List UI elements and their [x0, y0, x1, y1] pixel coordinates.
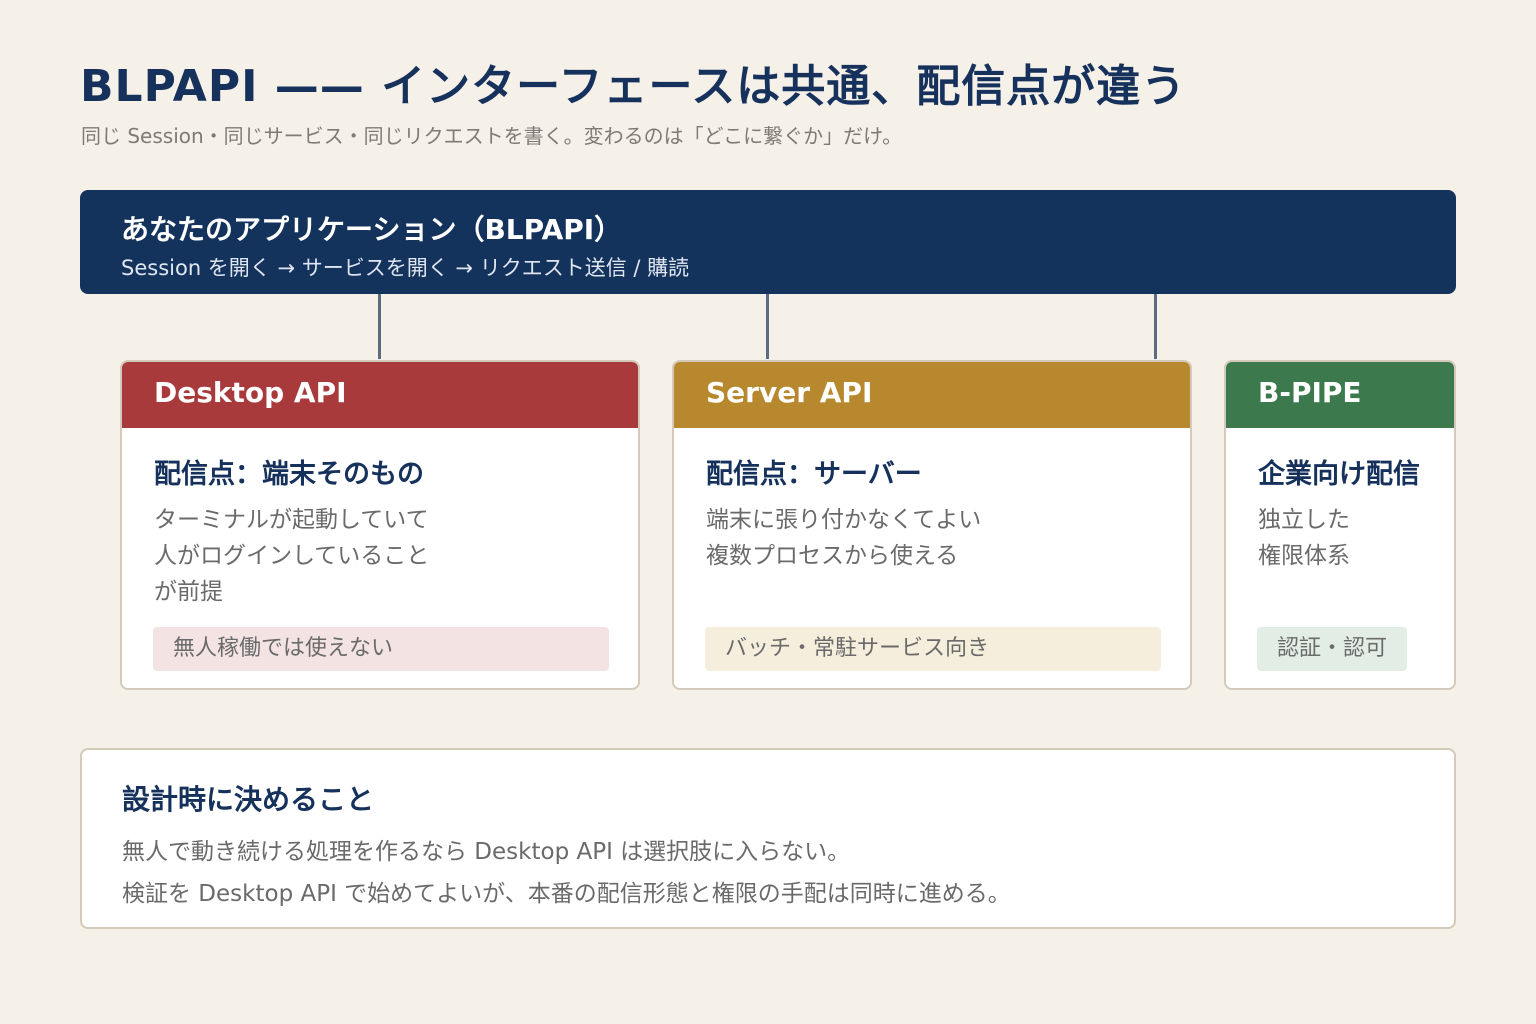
card-server-api: Server API 配信点：サーバー 端末に張り付かなくてよい 複数プロセスか…	[672, 360, 1192, 690]
card-header-label: B-PIPE	[1258, 376, 1362, 409]
card-header-label: Server API	[706, 376, 873, 409]
page-title: BLPAPI —— インターフェースは共通、配信点が違う	[80, 61, 1187, 112]
card-subtitle: 企業向け配信	[1258, 459, 1420, 490]
card-description-line: ターミナルが起動していて	[154, 507, 429, 533]
card-header: B-PIPE	[1226, 362, 1454, 428]
card-subtitle: 配信点：端末そのもの	[154, 459, 424, 490]
page-subtitle: 同じ Session・同じサービス・同じリクエストを書く。変わるのは「どこに繋ぐ…	[81, 124, 903, 148]
card-tag: 無人稼働では使えない	[153, 627, 609, 671]
application-box: あなたのアプリケーション（BLPAPI） Session を開く → サービスを…	[80, 190, 1456, 294]
card-tag: 認証・認可	[1257, 627, 1408, 671]
design-note-line: 検証を Desktop API で始めてよいが、本番の配信形態と権限の手配は同時…	[122, 881, 1011, 907]
card-description-line: 独立した	[1258, 507, 1350, 533]
card-b-pipe: B-PIPE 企業向け配信 独立した 権限体系 認証・認可	[1224, 360, 1456, 690]
application-title: あなたのアプリケーション（BLPAPI）	[121, 213, 623, 246]
card-description-line: 端末に張り付かなくてよい	[706, 507, 982, 533]
card-description: 端末に張り付かなくてよい 複数プロセスから使える	[706, 502, 981, 574]
design-note-title: 設計時に決めること	[122, 783, 375, 816]
card-desktop-api: Desktop API 配信点：端末そのもの ターミナルが起動していて 人がログ…	[120, 360, 640, 690]
card-description-line: 複数プロセスから使える	[706, 543, 959, 569]
card-tag: バッチ・常駐サービス向き	[705, 627, 1161, 671]
design-note-line: 無人で動き続ける処理を作るなら Desktop API は選択肢に入らない。	[122, 839, 851, 865]
connector-desktop-api	[378, 294, 381, 359]
application-flow: Session を開く → サービスを開く → リクエスト送信 / 購読	[121, 256, 690, 280]
design-note: 設計時に決めること 無人で動き続ける処理を作るなら Desktop API は選…	[80, 748, 1456, 929]
connector-b-pipe	[1154, 294, 1157, 359]
card-header: Desktop API	[122, 362, 638, 428]
page: BLPAPI —— インターフェースは共通、配信点が違う 同じ Session・…	[0, 0, 1536, 1024]
card-header-label: Desktop API	[154, 376, 347, 409]
card-header: Server API	[674, 362, 1190, 428]
card-description: 独立した 権限体系	[1258, 502, 1350, 574]
card-subtitle: 配信点：サーバー	[706, 459, 922, 490]
card-description-line: 権限体系	[1258, 543, 1350, 569]
connector-server-api	[766, 294, 769, 359]
card-description: ターミナルが起動していて 人がログインしていること が前提	[154, 502, 429, 610]
card-description-line: 人がログインしていること	[154, 543, 430, 569]
card-description-line: が前提	[154, 579, 223, 605]
